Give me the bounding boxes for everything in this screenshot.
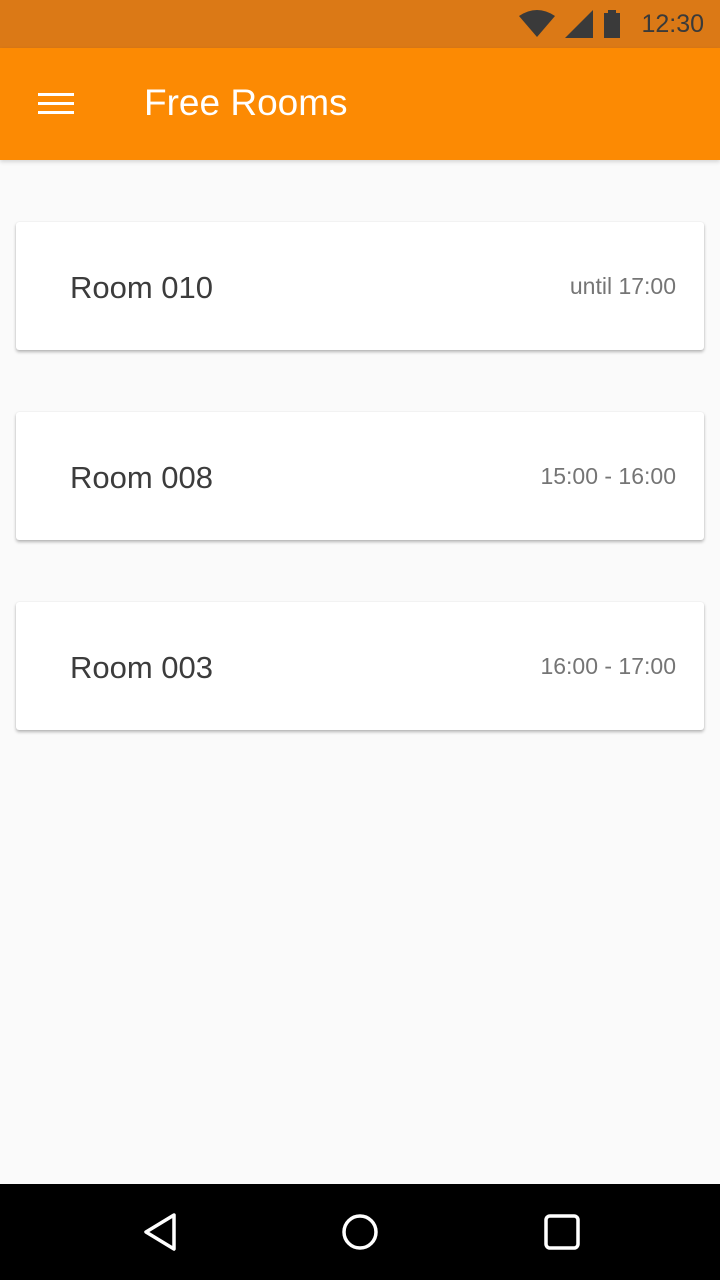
room-card[interactable]: Room 010 until 17:00: [16, 222, 704, 350]
navigation-bar: [0, 1184, 720, 1280]
room-card[interactable]: Room 008 15:00 - 16:00: [16, 412, 704, 540]
battery-icon: [604, 10, 621, 38]
recent-apps-icon[interactable]: [538, 1208, 586, 1256]
status-time: 12:30: [641, 9, 704, 38]
room-time: 16:00 - 17:00: [540, 653, 676, 679]
status-bar: 12:30: [0, 0, 720, 48]
page-title: Free Rooms: [144, 82, 348, 123]
room-card[interactable]: Room 003 16:00 - 17:00: [16, 602, 704, 730]
menu-line: [38, 102, 74, 105]
room-name: Room 010: [70, 270, 214, 305]
status-icons: 12:30: [519, 10, 704, 39]
room-time: until 17:00: [569, 273, 676, 299]
room-time: 15:00 - 16:00: [540, 463, 676, 489]
room-name: Room 008: [70, 460, 214, 495]
room-name: Room 003: [70, 650, 214, 685]
home-icon[interactable]: [336, 1208, 384, 1256]
back-icon[interactable]: [136, 1208, 184, 1256]
menu-line: [38, 93, 74, 96]
cell-signal-icon: [565, 10, 594, 38]
menu-line: [38, 111, 74, 114]
hamburger-menu-icon[interactable]: [38, 90, 74, 116]
room-list: Room 010 until 17:00 Room 008 15:00 - 16…: [16, 222, 704, 792]
wifi-icon: [519, 10, 556, 37]
app-bar: Free Rooms: [0, 48, 720, 160]
